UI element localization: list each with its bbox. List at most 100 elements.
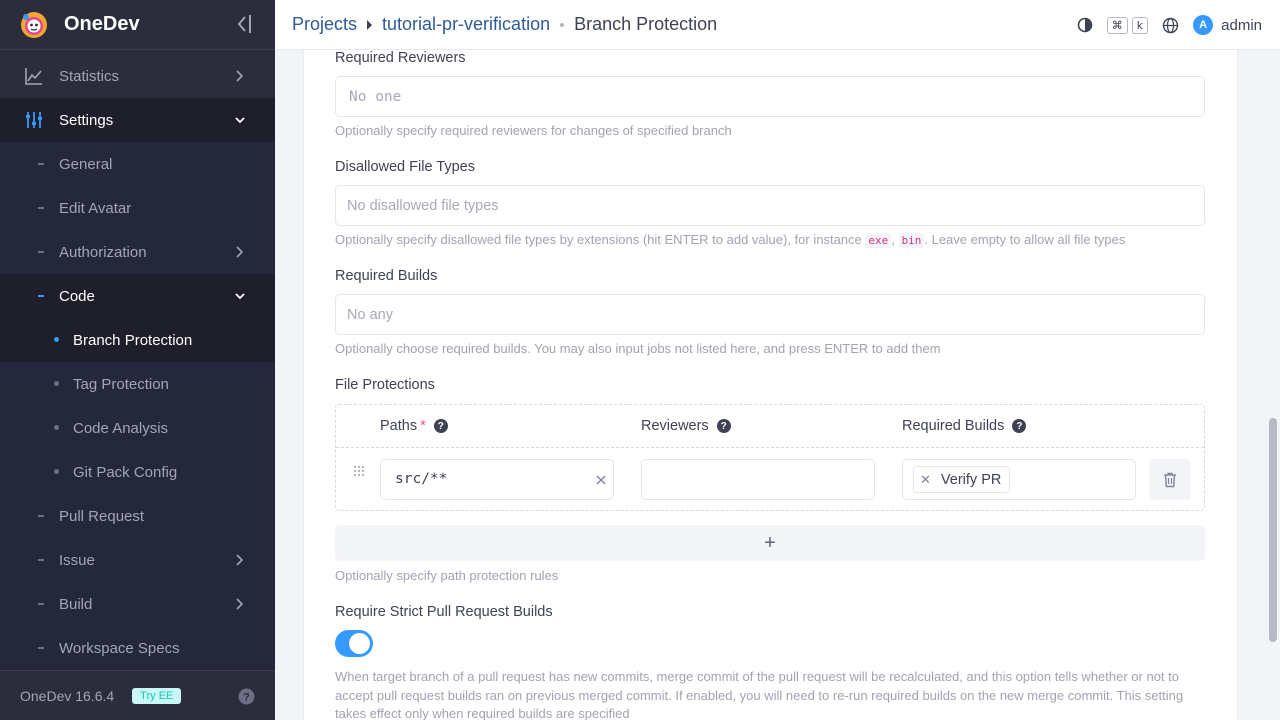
bullet-dot [54, 425, 59, 430]
col-label: Paths [380, 418, 418, 434]
sidebar-item-label: Edit Avatar [59, 199, 132, 217]
paths-value: src/** [395, 471, 448, 487]
strict-pr-builds-label: Require Strict Pull Request Builds [335, 604, 553, 620]
sidebar-item-authorization[interactable]: Authorization [0, 230, 275, 274]
disallowed-file-types-help: Optionally specify disallowed file types… [335, 232, 1126, 248]
svg-text:?: ? [243, 692, 250, 704]
sidebar-item-label: Pull Request [59, 507, 145, 525]
help-icon[interactable]: ? [238, 688, 255, 705]
theme-toggle-icon[interactable] [1077, 17, 1093, 33]
help-icon[interactable]: ? [433, 419, 448, 433]
col-paths-header: Paths * ? [380, 418, 448, 434]
bullet-dash [38, 515, 44, 517]
bullet-dot [54, 469, 59, 474]
breadcrumb-dot [560, 22, 565, 27]
bullet-dash [38, 295, 44, 297]
file-protections-label: File Protections [335, 377, 435, 393]
sidebar-item-label: Code Analysis [73, 419, 169, 437]
required-builds-input[interactable]: No any [335, 294, 1205, 335]
try-ee-badge[interactable]: Try EE [132, 687, 182, 704]
trash-icon [1164, 472, 1176, 487]
username[interactable]: admin [1221, 17, 1262, 34]
required-builds-label: Required Builds [335, 268, 438, 284]
sidebar-item-git-pack-config[interactable]: Git Pack Config [0, 450, 275, 494]
help-icon[interactable]: ? [1012, 419, 1027, 433]
sidebar-menu: Statistics Settings General Edit Avatar … [0, 54, 275, 670]
clear-icon[interactable] [596, 475, 606, 485]
sidebar-item-code[interactable]: Code [0, 274, 275, 318]
sidebar-item-label: Workspace Specs [59, 639, 180, 657]
sidebar-item-code-analysis[interactable]: Code Analysis [0, 406, 275, 450]
sidebar-item-general[interactable]: General [0, 142, 275, 186]
reviewers-input[interactable] [641, 459, 875, 500]
chart-line-icon [25, 68, 42, 85]
sidebar-footer: OneDev 16.6.4 Try EE ? [0, 670, 275, 720]
chevron-right-icon [236, 554, 244, 566]
add-file-protection-button[interactable]: + [335, 525, 1205, 561]
file-protections-help: Optionally specify path protection rules [335, 568, 559, 583]
bullet-dash [38, 603, 44, 605]
drag-handle-icon[interactable] [353, 465, 365, 477]
remove-tag-icon[interactable]: ✕ [920, 472, 931, 488]
chevron-right-icon [236, 598, 244, 610]
sidebar-item-workspace-specs[interactable]: Workspace Specs [0, 626, 275, 670]
strict-pr-builds-help: When target branch of a pull request has… [335, 669, 1184, 720]
chevron-right-icon [236, 70, 244, 82]
help-text: Optionally specify disallowed file types… [335, 232, 862, 247]
build-tag-label: Verify PR [940, 471, 1002, 488]
scrollbar-thumb[interactable] [1269, 418, 1277, 642]
sidebar-item-label: Settings [59, 111, 114, 129]
col-label: Required Builds [902, 418, 1005, 434]
paths-input[interactable]: src/** [380, 459, 614, 500]
sidebar-item-branch-protection[interactable]: Branch Protection [0, 318, 275, 362]
required-reviewers-input[interactable]: No one [335, 76, 1205, 117]
required-reviewers-help: Optionally specify required reviewers fo… [335, 123, 732, 138]
page-title: Branch Protection [574, 14, 718, 34]
globe-icon[interactable] [1162, 17, 1179, 34]
required-reviewers-placeholder: No one [349, 88, 402, 105]
sidebar-item-issue[interactable]: Issue [0, 538, 275, 582]
version-label: OneDev 16.6.4 [20, 687, 115, 704]
sidebar-item-label: Git Pack Config [73, 463, 178, 481]
sidebar-item-edit-avatar[interactable]: Edit Avatar [0, 186, 275, 230]
sidebar-item-statistics[interactable]: Statistics [0, 54, 275, 98]
collapse-sidebar-icon[interactable] [234, 13, 254, 35]
bullet-dash [38, 559, 44, 561]
brand[interactable]: OneDev [0, 0, 275, 50]
required-builds-cell-input[interactable]: ✕ Verify PR [902, 459, 1136, 500]
toggle-knob [349, 633, 370, 654]
settings-submenu: General Edit Avatar Authorization Code B… [0, 142, 275, 670]
breadcrumb-projects[interactable]: Projects [292, 14, 357, 35]
sidebar-item-label: Build [59, 595, 93, 613]
ext-code: bin [898, 233, 925, 248]
kbd-cmd[interactable]: ⌘ [1106, 16, 1128, 34]
disallowed-file-types-input[interactable]: No disallowed file types [335, 185, 1205, 226]
disallowed-file-types-placeholder: No disallowed file types [347, 197, 499, 214]
kbd-k[interactable]: k [1131, 16, 1149, 34]
required-builds-placeholder: No any [347, 306, 393, 323]
header-actions: ⌘ k A admin [1077, 0, 1262, 50]
bullet-dash [38, 207, 44, 209]
chevron-down-icon [235, 293, 245, 300]
strict-pr-builds-toggle[interactable] [335, 630, 373, 657]
required-reviewers-label: Required Reviewers [335, 50, 466, 66]
col-label: Reviewers [641, 418, 709, 434]
sidebar-item-settings[interactable]: Settings [0, 98, 275, 142]
delete-row-button[interactable] [1149, 459, 1191, 500]
sidebar-item-build[interactable]: Build [0, 582, 275, 626]
help-icon[interactable]: ? [716, 419, 731, 433]
avatar[interactable]: A [1193, 15, 1214, 35]
bullet-dash [38, 647, 44, 649]
sidebar-item-tag-protection[interactable]: Tag Protection [0, 362, 275, 406]
sidebar-item-label: Authorization [59, 243, 147, 261]
col-reviewers-header: Reviewers ? [641, 418, 731, 434]
bullet-dot [54, 381, 59, 386]
ext-code: exe [865, 233, 892, 248]
breadcrumb-project[interactable]: tutorial-pr-verification [382, 14, 550, 35]
sidebar-item-pull-request[interactable]: Pull Request [0, 494, 275, 538]
disallowed-file-types-label: Disallowed File Types [335, 159, 475, 175]
sliders-icon [26, 112, 42, 128]
chevron-down-icon [235, 117, 245, 124]
divider [336, 447, 1204, 448]
required-mark: * [420, 418, 426, 434]
